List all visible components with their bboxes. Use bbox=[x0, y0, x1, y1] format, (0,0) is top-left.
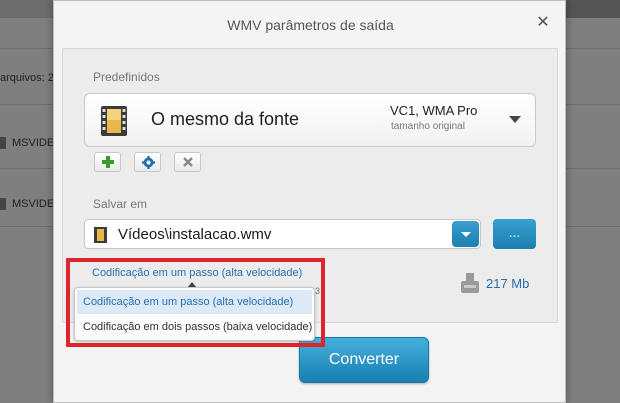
annotation-highlight-box bbox=[66, 258, 325, 347]
output-size: 217 Mb bbox=[486, 276, 530, 291]
gear-icon bbox=[142, 156, 155, 169]
add-preset-button[interactable] bbox=[94, 152, 121, 172]
preset-codec: VC1, WMA Pro bbox=[390, 103, 478, 118]
file-icon bbox=[0, 198, 6, 210]
browse-button[interactable]: ... bbox=[493, 219, 536, 249]
file-icon bbox=[0, 137, 6, 149]
save-path-field[interactable]: Vídeos\instalacao.wmv bbox=[84, 219, 481, 249]
chevron-down-icon bbox=[509, 116, 521, 123]
plus-icon bbox=[102, 156, 114, 168]
close-icon[interactable]: ✕ bbox=[535, 15, 551, 31]
save-path-dropdown-button[interactable] bbox=[452, 221, 479, 247]
preset-settings-button[interactable] bbox=[134, 152, 161, 172]
preset-size-note: tamanho original bbox=[391, 121, 465, 132]
files-count-label: arquivos: 2 bbox=[0, 72, 54, 84]
disk-size-icon bbox=[461, 273, 479, 293]
video-file-icon bbox=[94, 227, 107, 243]
preset-name: O mesmo da fonte bbox=[151, 109, 300, 129]
save-path: Vídeos\instalacao.wmv bbox=[118, 226, 272, 243]
dialog-title: WMV parâmetros de saída bbox=[227, 17, 394, 33]
preset-label: Predefinidos bbox=[93, 70, 160, 84]
remove-preset-button[interactable] bbox=[174, 152, 201, 172]
preset-select[interactable]: O mesmo da fonte VC1, WMA Pro tamanho or… bbox=[84, 93, 536, 147]
save-label: Salvar em bbox=[93, 197, 148, 211]
x-icon bbox=[183, 157, 193, 167]
film-icon bbox=[101, 106, 127, 136]
